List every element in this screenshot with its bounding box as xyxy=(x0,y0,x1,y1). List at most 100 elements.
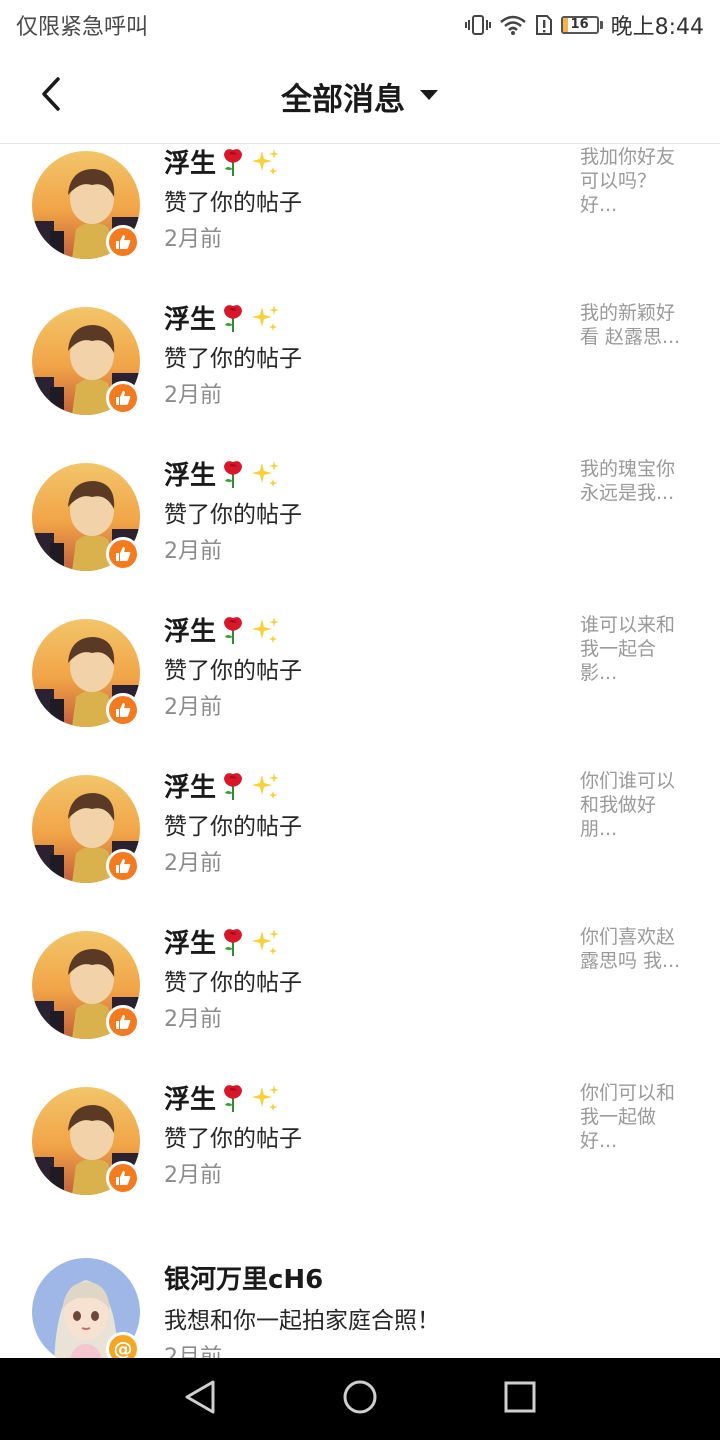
rose-icon xyxy=(220,927,246,957)
status-bar: 仅限紧急呼叫 16 晚上8:44 xyxy=(0,0,720,50)
message-action: 赞了你的帖子 xyxy=(164,970,302,996)
message-time: 2月前 xyxy=(164,227,222,252)
back-triangle-icon xyxy=(183,1379,217,1419)
caret-down-icon xyxy=(419,87,439,106)
avatar[interactable] xyxy=(32,931,140,1039)
sender-name-row: 浮生 xyxy=(164,455,280,492)
sender-name: 浮生 xyxy=(164,305,217,335)
like-icon xyxy=(106,537,140,571)
message-action: 赞了你的帖子 xyxy=(164,346,302,372)
like-icon xyxy=(106,849,140,883)
header: 全部消息 xyxy=(0,50,720,144)
home-circle-icon xyxy=(342,1379,378,1419)
avatar[interactable] xyxy=(32,619,140,727)
message-time: 2月前 xyxy=(164,1007,222,1032)
back-button[interactable] xyxy=(30,76,70,116)
sparkles-icon xyxy=(250,303,280,333)
nav-home-button[interactable] xyxy=(330,1369,390,1429)
message-time: 2月前 xyxy=(164,851,222,876)
status-carrier-text: 仅限紧急呼叫 xyxy=(16,15,149,40)
avatar[interactable] xyxy=(32,463,140,571)
like-icon xyxy=(106,1161,140,1195)
sender-name-row: 浮生 xyxy=(164,611,280,648)
message-action: 我想和你一起拍家庭合照！ xyxy=(164,1308,440,1334)
message-filter-dropdown[interactable]: 全部消息 xyxy=(281,74,439,119)
avatar[interactable] xyxy=(32,1087,140,1195)
recents-square-icon xyxy=(504,1381,536,1417)
message-row[interactable]: 浮生赞了你的帖子 2月前 你们喜欢赵露思吗 我... xyxy=(0,917,720,1073)
system-nav-bar xyxy=(0,1358,720,1440)
nav-back-button[interactable] xyxy=(170,1369,230,1429)
rose-icon xyxy=(220,459,246,489)
sender-name: 浮生 xyxy=(164,1085,217,1115)
nav-recents-button[interactable] xyxy=(490,1369,550,1429)
sender-name-row: 银河万里cH6 xyxy=(164,1259,323,1296)
post-preview[interactable]: 我的瑰宝你永远是我... xyxy=(580,457,690,505)
sender-name-row: 浮生 xyxy=(164,1079,280,1116)
at-icon: @ xyxy=(106,1332,140,1358)
post-preview[interactable]: 你们喜欢赵露思吗 我... xyxy=(580,925,690,973)
like-icon xyxy=(106,225,140,259)
message-time: 2月前 xyxy=(164,1345,222,1358)
message-action: 赞了你的帖子 xyxy=(164,814,302,840)
post-preview[interactable]: 我加你好友可以吗？好... xyxy=(580,145,690,217)
sparkles-icon xyxy=(250,147,280,177)
status-time: 晚上8:44 xyxy=(610,15,704,40)
post-preview[interactable]: 谁可以来和我一起合影... xyxy=(580,613,690,685)
chevron-left-icon xyxy=(38,76,62,116)
avatar[interactable]: @ xyxy=(32,1258,140,1358)
message-action: 赞了你的帖子 xyxy=(164,190,302,216)
message-action: 赞了你的帖子 xyxy=(164,502,302,528)
message-row[interactable]: 浮生赞了你的帖子 2月前 我的新颖好看 赵露思... xyxy=(0,293,720,449)
message-row[interactable]: 浮生赞了你的帖子 2月前 你们可以和我一起做好... xyxy=(0,1073,720,1229)
sparkles-icon xyxy=(250,615,280,645)
sparkles-icon xyxy=(250,771,280,801)
avatar[interactable] xyxy=(32,775,140,883)
message-time: 2月前 xyxy=(164,539,222,564)
rose-icon xyxy=(220,303,246,333)
rose-icon xyxy=(220,147,246,177)
status-icons: 16 晚上8:44 xyxy=(464,9,704,41)
message-action: 赞了你的帖子 xyxy=(164,1126,302,1152)
sender-name: 银河万里cH6 xyxy=(164,1265,324,1295)
post-preview[interactable]: 你们谁可以和我做好朋... xyxy=(580,769,690,841)
battery-icon: 16 xyxy=(560,16,603,34)
message-time: 2月前 xyxy=(164,695,222,720)
message-row[interactable]: @ 银河万里cH6 我想和你一起拍家庭合照！ 2月前 xyxy=(0,1229,720,1358)
vibrate-icon xyxy=(464,14,491,36)
sparkles-icon xyxy=(250,927,280,957)
battery-level: 16 xyxy=(570,17,589,32)
sim-alert-icon xyxy=(535,14,553,36)
avatar[interactable] xyxy=(32,151,140,259)
sender-name: 浮生 xyxy=(164,929,217,959)
sender-name-row: 浮生 xyxy=(164,767,280,804)
wifi-icon xyxy=(499,14,527,36)
message-row[interactable]: 浮生赞了你的帖子 2月前 你们谁可以和我做好朋... xyxy=(0,761,720,917)
sender-name: 浮生 xyxy=(164,461,217,491)
message-row[interactable]: 浮生赞了你的帖子 2月前 我的瑰宝你永远是我... xyxy=(0,449,720,605)
rose-icon xyxy=(220,771,246,801)
message-list[interactable]: 浮生 赞了你的帖子 2月前 我加你好友可以吗？好... 浮生 赞了你的帖子 2月前 我的新颖好… xyxy=(0,145,720,1358)
post-preview[interactable]: 你们可以和我一起做好... xyxy=(580,1081,690,1153)
message-time: 2月前 xyxy=(164,383,222,408)
message-action: 赞了你的帖子 xyxy=(164,658,302,684)
post-preview[interactable]: 我的新颖好看 赵露思... xyxy=(580,301,690,349)
like-icon xyxy=(106,381,140,415)
sender-name: 浮生 xyxy=(164,617,217,647)
message-row[interactable]: 浮生赞了你的帖子 2月前 我加你好友可以吗？好... xyxy=(0,145,720,293)
rose-icon xyxy=(220,615,246,645)
sender-name-row: 浮生 xyxy=(164,923,280,960)
sender-name: 浮生 xyxy=(164,773,217,803)
sender-name: 浮生 xyxy=(164,149,217,179)
sparkles-icon xyxy=(250,1083,280,1113)
like-icon xyxy=(106,693,140,727)
avatar[interactable] xyxy=(32,307,140,415)
rose-icon xyxy=(220,1083,246,1113)
like-icon xyxy=(106,1005,140,1039)
sender-name-row: 浮生 xyxy=(164,145,280,180)
sparkles-icon xyxy=(250,459,280,489)
page-title: 全部消息 xyxy=(281,82,405,118)
message-time: 2月前 xyxy=(164,1163,222,1188)
sender-name-row: 浮生 xyxy=(164,299,280,336)
message-row[interactable]: 浮生赞了你的帖子 2月前 谁可以来和我一起合影... xyxy=(0,605,720,761)
